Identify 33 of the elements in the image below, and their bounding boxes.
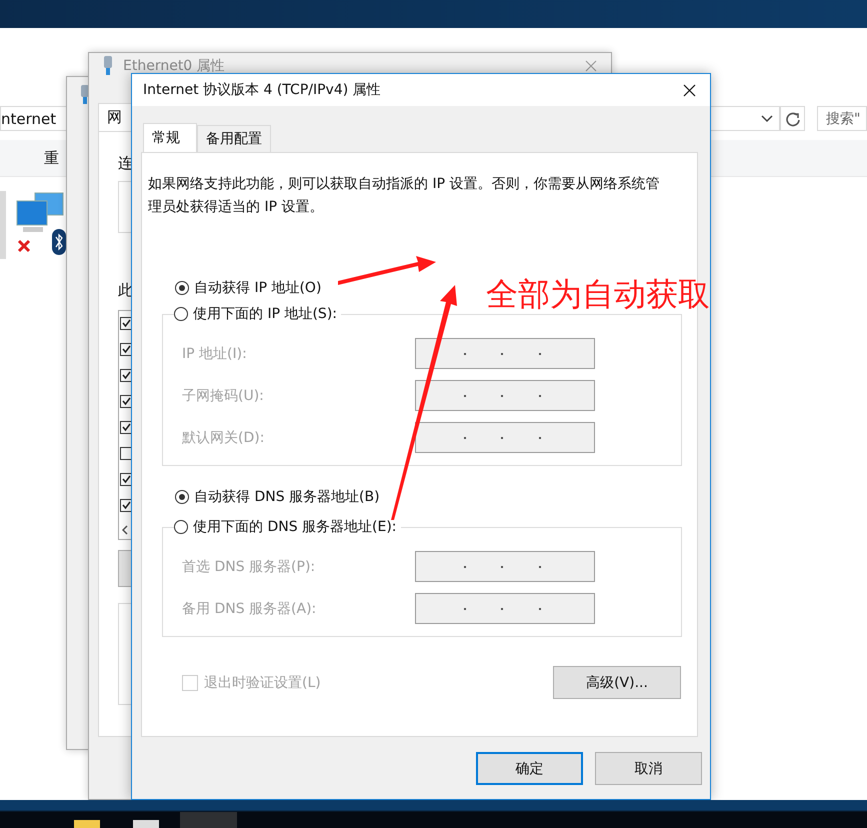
description-text: 如果网络支持此功能，则可以获取自动指派的 IP 设置。否则，你需要从网络系统管理员处获得适当的 IP 设置。 xyxy=(148,175,660,217)
tab[interactable]: 备用配置 xyxy=(197,125,271,152)
field-label: IP 地址(I): xyxy=(182,344,247,362)
selection-highlight xyxy=(0,191,6,259)
ip-address-field[interactable] xyxy=(415,593,595,624)
toolbar-item[interactable]: 重 xyxy=(44,148,59,168)
field-label: 默认网关(D): xyxy=(182,428,264,446)
radio-option[interactable]: 使用下面的 DNS 服务器地址(E): xyxy=(174,518,397,536)
ip-address-field[interactable] xyxy=(415,338,595,369)
bluetooth-icon xyxy=(52,229,66,255)
refresh-button[interactable] xyxy=(780,106,805,131)
refresh-icon[interactable] xyxy=(784,110,800,126)
radio-option[interactable]: 自动获得 IP 地址(O) xyxy=(175,279,322,297)
window-title: Internet 协议版本 4 (TCP/IPv4) 属性 xyxy=(143,81,381,99)
ip-address-field[interactable] xyxy=(415,422,595,453)
ok-button[interactable]: 确定 xyxy=(476,752,583,785)
field-label: 备用 DNS 服务器(A): xyxy=(182,600,316,618)
search-field[interactable]: 搜索" xyxy=(817,106,867,131)
window-title: Ethernet0 属性 xyxy=(123,57,226,75)
field-label: 首选 DNS 服务器(P): xyxy=(182,558,316,576)
advanced-button[interactable]: 高级(V)... xyxy=(553,666,681,699)
cancel-button[interactable]: 取消 xyxy=(595,752,702,785)
field-label: 子网掩码(U): xyxy=(182,386,264,404)
radio-option[interactable]: 自动获得 DNS 服务器地址(B) xyxy=(175,488,380,506)
close-icon[interactable] xyxy=(683,84,696,96)
annotation-text: 全部为自动获取 xyxy=(486,274,710,314)
tab[interactable]: 常规 xyxy=(143,123,197,152)
radio-option[interactable]: 使用下面的 IP 地址(S): xyxy=(174,305,337,323)
ip-address-field[interactable] xyxy=(415,551,595,582)
ip-address-field[interactable] xyxy=(415,380,595,411)
network-plug-icon xyxy=(103,56,113,76)
chevron-down-icon[interactable] xyxy=(761,114,773,122)
scroll-left-icon[interactable] xyxy=(122,525,128,535)
